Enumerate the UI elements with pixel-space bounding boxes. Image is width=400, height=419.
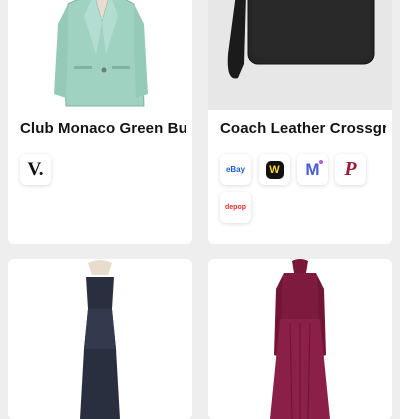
product-image[interactable]	[8, 0, 192, 110]
product-image[interactable]	[8, 259, 192, 419]
poshmark-button[interactable]: P	[335, 154, 366, 185]
whatnot-button[interactable]: W	[259, 154, 290, 185]
product-title[interactable]: Club Monaco Green Bu...	[20, 120, 186, 137]
depop-button[interactable]: depop	[220, 192, 251, 223]
mercari-button[interactable]: M	[297, 154, 328, 185]
vestiaire-button[interactable]: V.	[20, 154, 51, 185]
product-card[interactable]	[208, 259, 392, 419]
depop-logo-icon: depop	[225, 204, 246, 211]
poshmark-logo-icon: P	[344, 158, 357, 180]
vestiaire-logo-icon: V.	[27, 158, 44, 180]
product-title[interactable]: Coach Leather Crossgr...	[220, 120, 386, 137]
ebay-logo-icon: eBay	[225, 165, 246, 174]
product-card[interactable]	[8, 259, 192, 419]
product-card[interactable]: Club Monaco Green Bu... V.	[8, 0, 192, 244]
whatnot-logo-icon: W	[265, 160, 284, 179]
mercari-logo-icon: M	[305, 159, 323, 180]
ebay-button[interactable]: eBay	[220, 154, 251, 185]
product-image[interactable]	[208, 259, 392, 419]
product-card[interactable]: Coach Leather Crossgr... eBay W M P depo…	[208, 0, 392, 244]
product-image[interactable]	[208, 0, 392, 110]
